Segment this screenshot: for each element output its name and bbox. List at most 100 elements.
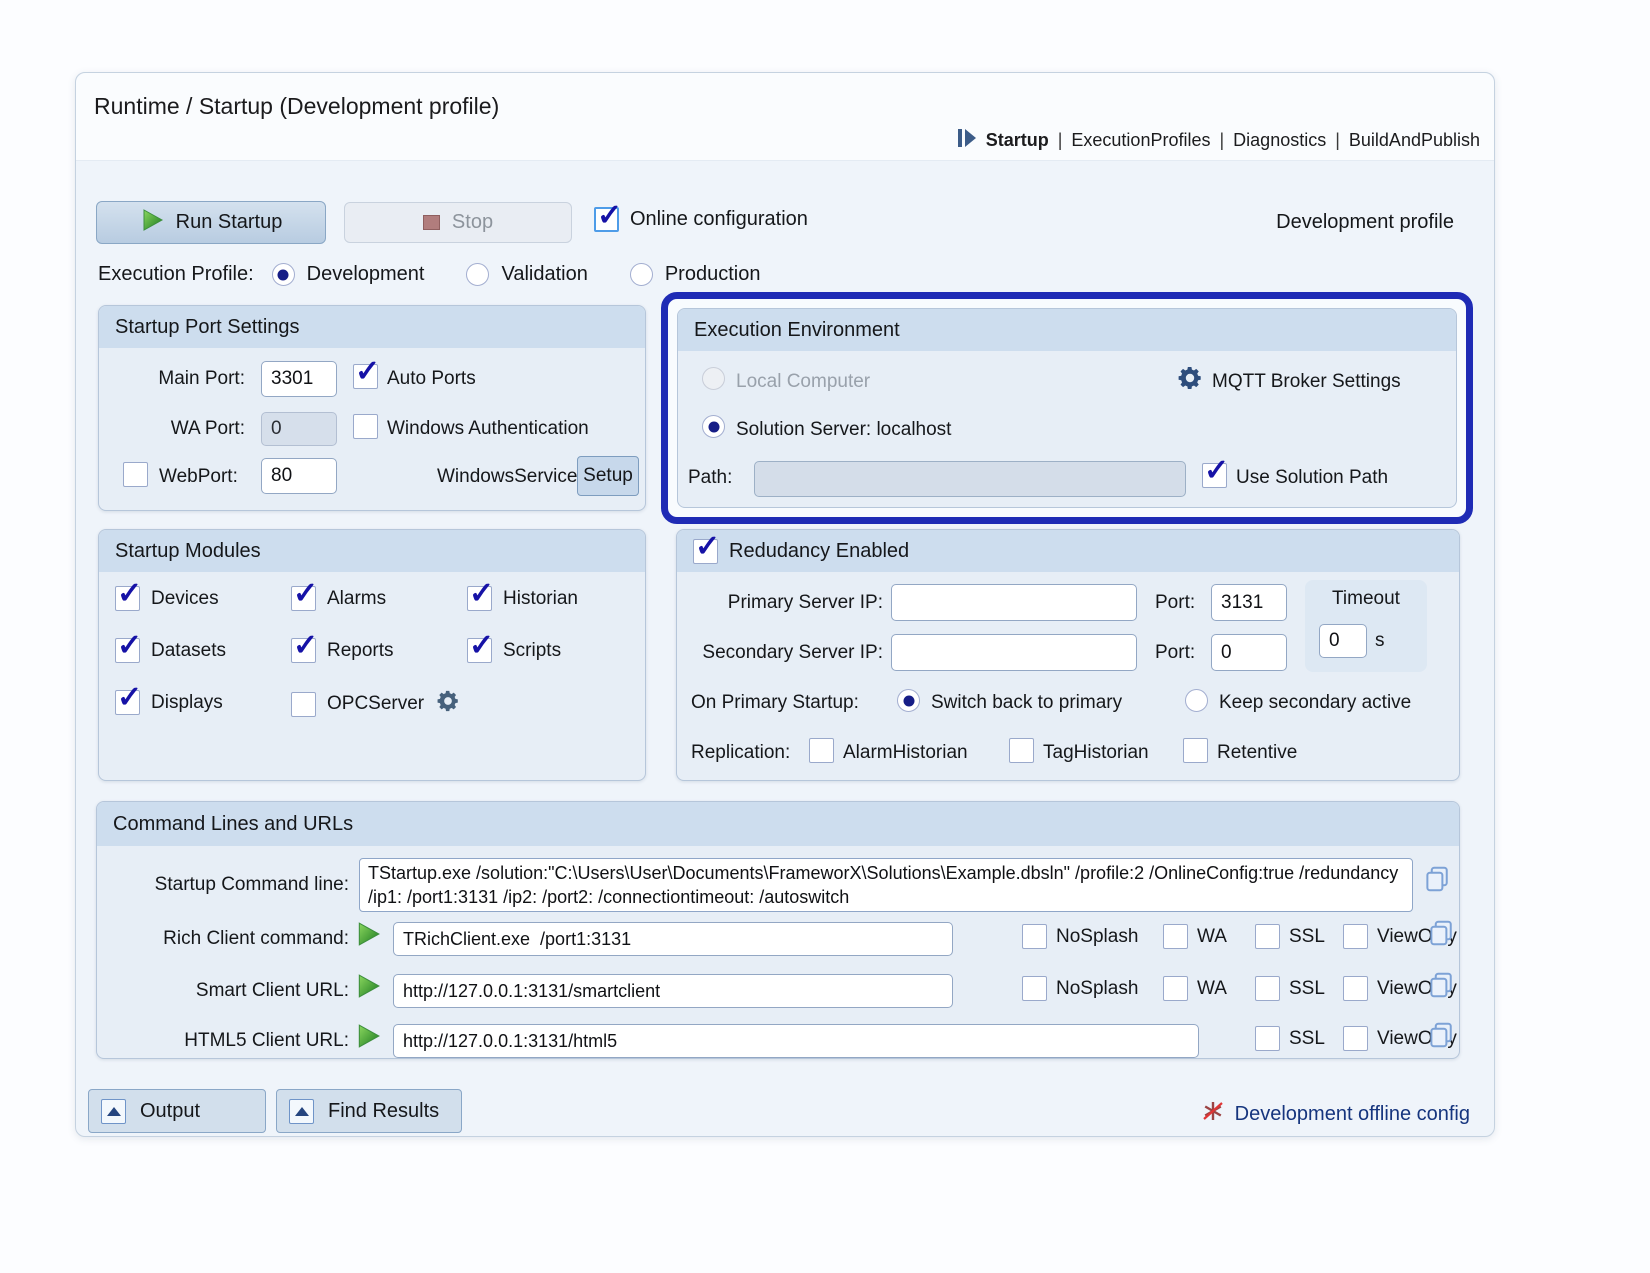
scripts-checkbox[interactable] bbox=[467, 638, 492, 663]
local-computer-radio[interactable] bbox=[702, 367, 725, 390]
smart-ssl-checkbox[interactable] bbox=[1255, 976, 1280, 1001]
smart-ssl-label: SSL bbox=[1289, 978, 1325, 1000]
offline-config-status: Development offline config bbox=[1201, 1099, 1470, 1129]
copy-startup-command-icon[interactable] bbox=[1423, 864, 1453, 899]
webport-checkbox[interactable] bbox=[123, 462, 148, 487]
webport-input[interactable]: 80 bbox=[261, 458, 337, 494]
smart-wa-checkbox[interactable] bbox=[1163, 976, 1188, 1001]
alarms-checkbox[interactable] bbox=[291, 586, 316, 611]
html5-viewonly-checkbox[interactable] bbox=[1343, 1026, 1368, 1051]
module-devices: Devices bbox=[115, 586, 219, 611]
redundancy-enabled-checkbox[interactable] bbox=[693, 539, 718, 564]
stop-button[interactable]: Stop bbox=[344, 202, 572, 243]
reports-checkbox[interactable] bbox=[291, 638, 316, 663]
main-port-input[interactable]: 3301 bbox=[261, 361, 337, 397]
validation-radio[interactable] bbox=[466, 263, 489, 286]
alarms-label: Alarms bbox=[327, 588, 386, 610]
profile-name-text: Development profile bbox=[1276, 211, 1454, 234]
windows-authentication-checkbox[interactable] bbox=[353, 414, 378, 439]
on-primary-startup-label: On Primary Startup: bbox=[691, 692, 859, 714]
rich-client-label: Rich Client command: bbox=[97, 928, 349, 950]
historian-checkbox[interactable] bbox=[467, 586, 492, 611]
webport-label: WebPort: bbox=[159, 466, 238, 488]
smart-nosplash-flag: NoSplash bbox=[1022, 976, 1138, 1001]
secondary-port-input[interactable]: 0 bbox=[1211, 634, 1287, 671]
runtime-startup-window: Runtime / Startup (Development profile) … bbox=[75, 72, 1495, 1137]
mqtt-broker-settings-label[interactable]: MQTT Broker Settings bbox=[1212, 371, 1401, 393]
main-port-label: Main Port: bbox=[99, 368, 245, 390]
switch-back-radio[interactable] bbox=[897, 689, 920, 712]
wa-port-input[interactable]: 0 bbox=[261, 412, 337, 446]
rich-wa-checkbox[interactable] bbox=[1163, 924, 1188, 949]
alarmhistorian-checkbox[interactable] bbox=[809, 738, 834, 763]
taghistorian-label: TagHistorian bbox=[1043, 742, 1149, 764]
output-panel-button[interactable]: Output bbox=[88, 1089, 266, 1133]
smart-nosplash-checkbox[interactable] bbox=[1022, 976, 1047, 1001]
opcserver-gear-icon[interactable] bbox=[437, 690, 459, 718]
mqtt-gear-icon[interactable] bbox=[1178, 366, 1202, 395]
startup-command-input[interactable]: TStartup.exe /solution:"C:\Users\User\Do… bbox=[359, 858, 1413, 912]
timeout-input[interactable]: 0 bbox=[1319, 624, 1367, 658]
keep-secondary-label: Keep secondary active bbox=[1219, 692, 1411, 714]
opcserver-checkbox[interactable] bbox=[291, 692, 316, 717]
devices-label: Devices bbox=[151, 588, 219, 610]
windows-service-setup-button[interactable]: Setup bbox=[577, 456, 639, 496]
html5-client-play-icon[interactable] bbox=[355, 1022, 381, 1055]
copy-html5-client-icon[interactable] bbox=[1427, 1020, 1457, 1055]
rich-nosplash-label: NoSplash bbox=[1056, 926, 1138, 948]
online-configuration-checkbox[interactable] bbox=[594, 207, 619, 232]
module-datasets: Datasets bbox=[115, 638, 226, 663]
rich-ssl-checkbox[interactable] bbox=[1255, 924, 1280, 949]
devices-checkbox[interactable] bbox=[115, 586, 140, 611]
online-configuration-option: Online configuration bbox=[594, 207, 808, 232]
execution-profile-option-development[interactable]: Development bbox=[272, 263, 425, 286]
primary-server-ip-input[interactable] bbox=[891, 584, 1137, 621]
datasets-checkbox[interactable] bbox=[115, 638, 140, 663]
scripts-label: Scripts bbox=[503, 640, 561, 662]
displays-checkbox[interactable] bbox=[115, 690, 140, 715]
use-solution-path-checkbox[interactable] bbox=[1202, 463, 1227, 488]
smart-client-play-icon[interactable] bbox=[355, 972, 381, 1005]
rich-viewonly-checkbox[interactable] bbox=[1343, 924, 1368, 949]
production-radio[interactable] bbox=[630, 263, 653, 286]
production-radio-label: Production bbox=[665, 263, 761, 286]
solution-server-radio[interactable] bbox=[702, 415, 725, 438]
find-results-panel-button[interactable]: Find Results bbox=[276, 1089, 462, 1133]
secondary-server-ip-input[interactable] bbox=[891, 634, 1137, 671]
primary-port-label: Port: bbox=[1155, 592, 1195, 614]
keep-secondary-radio[interactable] bbox=[1185, 689, 1208, 712]
rich-client-input[interactable]: TRichClient.exe /port1:3131 bbox=[393, 922, 953, 956]
copy-smart-client-icon[interactable] bbox=[1427, 970, 1457, 1005]
breadcrumb-item-buildandpublish[interactable]: BuildAndPublish bbox=[1349, 130, 1480, 151]
smart-viewonly-checkbox[interactable] bbox=[1343, 976, 1368, 1001]
run-startup-button[interactable]: Run Startup bbox=[96, 201, 326, 244]
rich-nosplash-checkbox[interactable] bbox=[1022, 924, 1047, 949]
development-radio[interactable] bbox=[272, 263, 295, 286]
breadcrumb-separator: | bbox=[1058, 130, 1063, 151]
smart-client-input[interactable]: http://127.0.0.1:3131/smartclient bbox=[393, 974, 953, 1008]
primary-port-input[interactable]: 3131 bbox=[1211, 584, 1287, 621]
windows-service-label: WindowsService bbox=[437, 466, 577, 488]
breadcrumb-item-startup[interactable]: Startup bbox=[986, 130, 1049, 151]
auto-ports-label: Auto Ports bbox=[387, 368, 476, 390]
path-input[interactable] bbox=[754, 461, 1186, 497]
smart-wa-flag: WA bbox=[1163, 976, 1227, 1001]
redundancy-enabled-label: Redudancy Enabled bbox=[729, 540, 909, 563]
auto-ports-checkbox[interactable] bbox=[353, 364, 378, 389]
run-startup-label: Run Startup bbox=[176, 211, 283, 234]
retentive-checkbox[interactable] bbox=[1183, 738, 1208, 763]
module-reports: Reports bbox=[291, 638, 394, 663]
rich-client-play-icon[interactable] bbox=[355, 920, 381, 953]
breadcrumb-item-diagnostics[interactable]: Diagnostics bbox=[1233, 130, 1326, 151]
page-title: Runtime / Startup (Development profile) bbox=[94, 93, 499, 120]
stop-label: Stop bbox=[452, 211, 493, 234]
breadcrumb-separator: | bbox=[1219, 130, 1224, 151]
html5-client-input[interactable]: http://127.0.0.1:3131/html5 bbox=[393, 1024, 1199, 1058]
rich-nosplash-flag: NoSplash bbox=[1022, 924, 1138, 949]
taghistorian-checkbox[interactable] bbox=[1009, 738, 1034, 763]
execution-profile-option-production[interactable]: Production bbox=[630, 263, 761, 286]
breadcrumb-item-executionprofiles[interactable]: ExecutionProfiles bbox=[1071, 130, 1210, 151]
execution-profile-option-validation[interactable]: Validation bbox=[466, 263, 587, 286]
copy-rich-client-icon[interactable] bbox=[1427, 918, 1457, 953]
html5-ssl-checkbox[interactable] bbox=[1255, 1026, 1280, 1051]
